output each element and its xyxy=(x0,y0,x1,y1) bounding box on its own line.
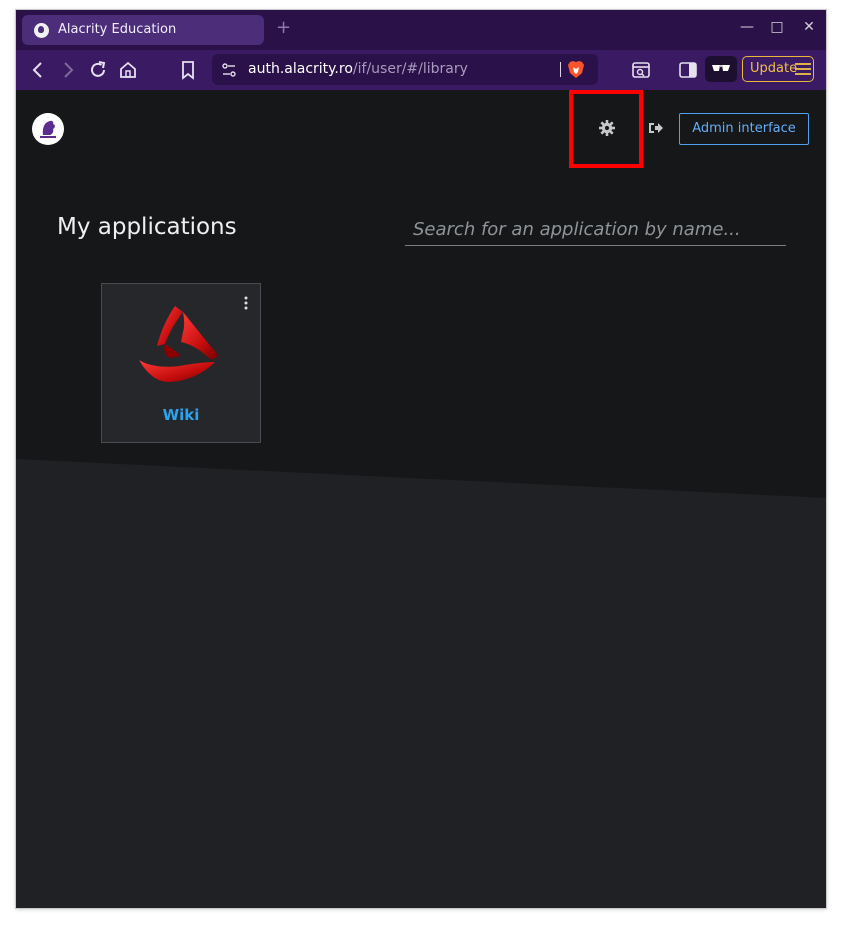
tab-bar: Alacrity Education + — □ ✕ xyxy=(16,10,826,50)
wiki-app-logo-icon xyxy=(139,306,219,382)
page-content: Admin interface My applications Search f… xyxy=(16,90,826,908)
tab-search-icon[interactable] xyxy=(630,59,652,81)
url-divider xyxy=(560,62,561,77)
url-host: auth.alacrity.ro xyxy=(248,61,353,77)
new-tab-plus-icon[interactable]: + xyxy=(276,18,291,38)
url-text: auth.alacrity.ro/if/user/#/library xyxy=(248,61,468,77)
browser-window: Alacrity Education + — □ ✕ auth.alacrity… xyxy=(16,10,826,908)
maximize-icon[interactable]: □ xyxy=(767,19,787,35)
app-name: Wiki xyxy=(162,406,200,424)
bookmark-icon[interactable] xyxy=(177,59,199,81)
tab-alacrity-education[interactable]: Alacrity Education xyxy=(22,15,264,45)
tab-title: Alacrity Education xyxy=(58,22,177,37)
site-favicon-icon xyxy=(34,23,49,38)
site-settings-icon[interactable] xyxy=(221,62,237,78)
url-path: /if/user/#/library xyxy=(352,61,468,77)
forward-icon[interactable] xyxy=(57,59,79,81)
reload-icon[interactable] xyxy=(87,59,109,81)
app-card-wiki[interactable]: Wiki xyxy=(101,283,261,443)
back-icon[interactable] xyxy=(27,59,49,81)
minimize-icon[interactable]: — xyxy=(737,19,757,35)
sign-out-icon[interactable] xyxy=(647,119,665,137)
admin-interface-button[interactable]: Admin interface xyxy=(679,113,809,145)
close-window-icon[interactable]: ✕ xyxy=(799,19,819,35)
update-button[interactable]: Update xyxy=(742,56,814,82)
browser-toolbar: auth.alacrity.ro/if/user/#/library Updat… xyxy=(16,50,826,90)
address-bar[interactable]: auth.alacrity.ro/if/user/#/library xyxy=(212,54,598,85)
private-mode-button[interactable] xyxy=(705,56,737,82)
home-icon[interactable] xyxy=(117,59,139,81)
update-label: Update xyxy=(750,61,798,76)
sidebar-toggle-icon[interactable] xyxy=(677,59,699,81)
gear-icon[interactable] xyxy=(598,119,616,137)
kebab-menu-icon[interactable] xyxy=(242,296,250,310)
glasses-icon xyxy=(712,65,730,71)
brand-logo[interactable] xyxy=(32,113,64,145)
search-input[interactable] xyxy=(405,214,786,246)
menu-icon xyxy=(795,63,811,75)
alacrity-logo-icon xyxy=(40,120,56,138)
brave-shields-icon[interactable] xyxy=(567,60,585,79)
page-title: My applications xyxy=(57,214,237,240)
